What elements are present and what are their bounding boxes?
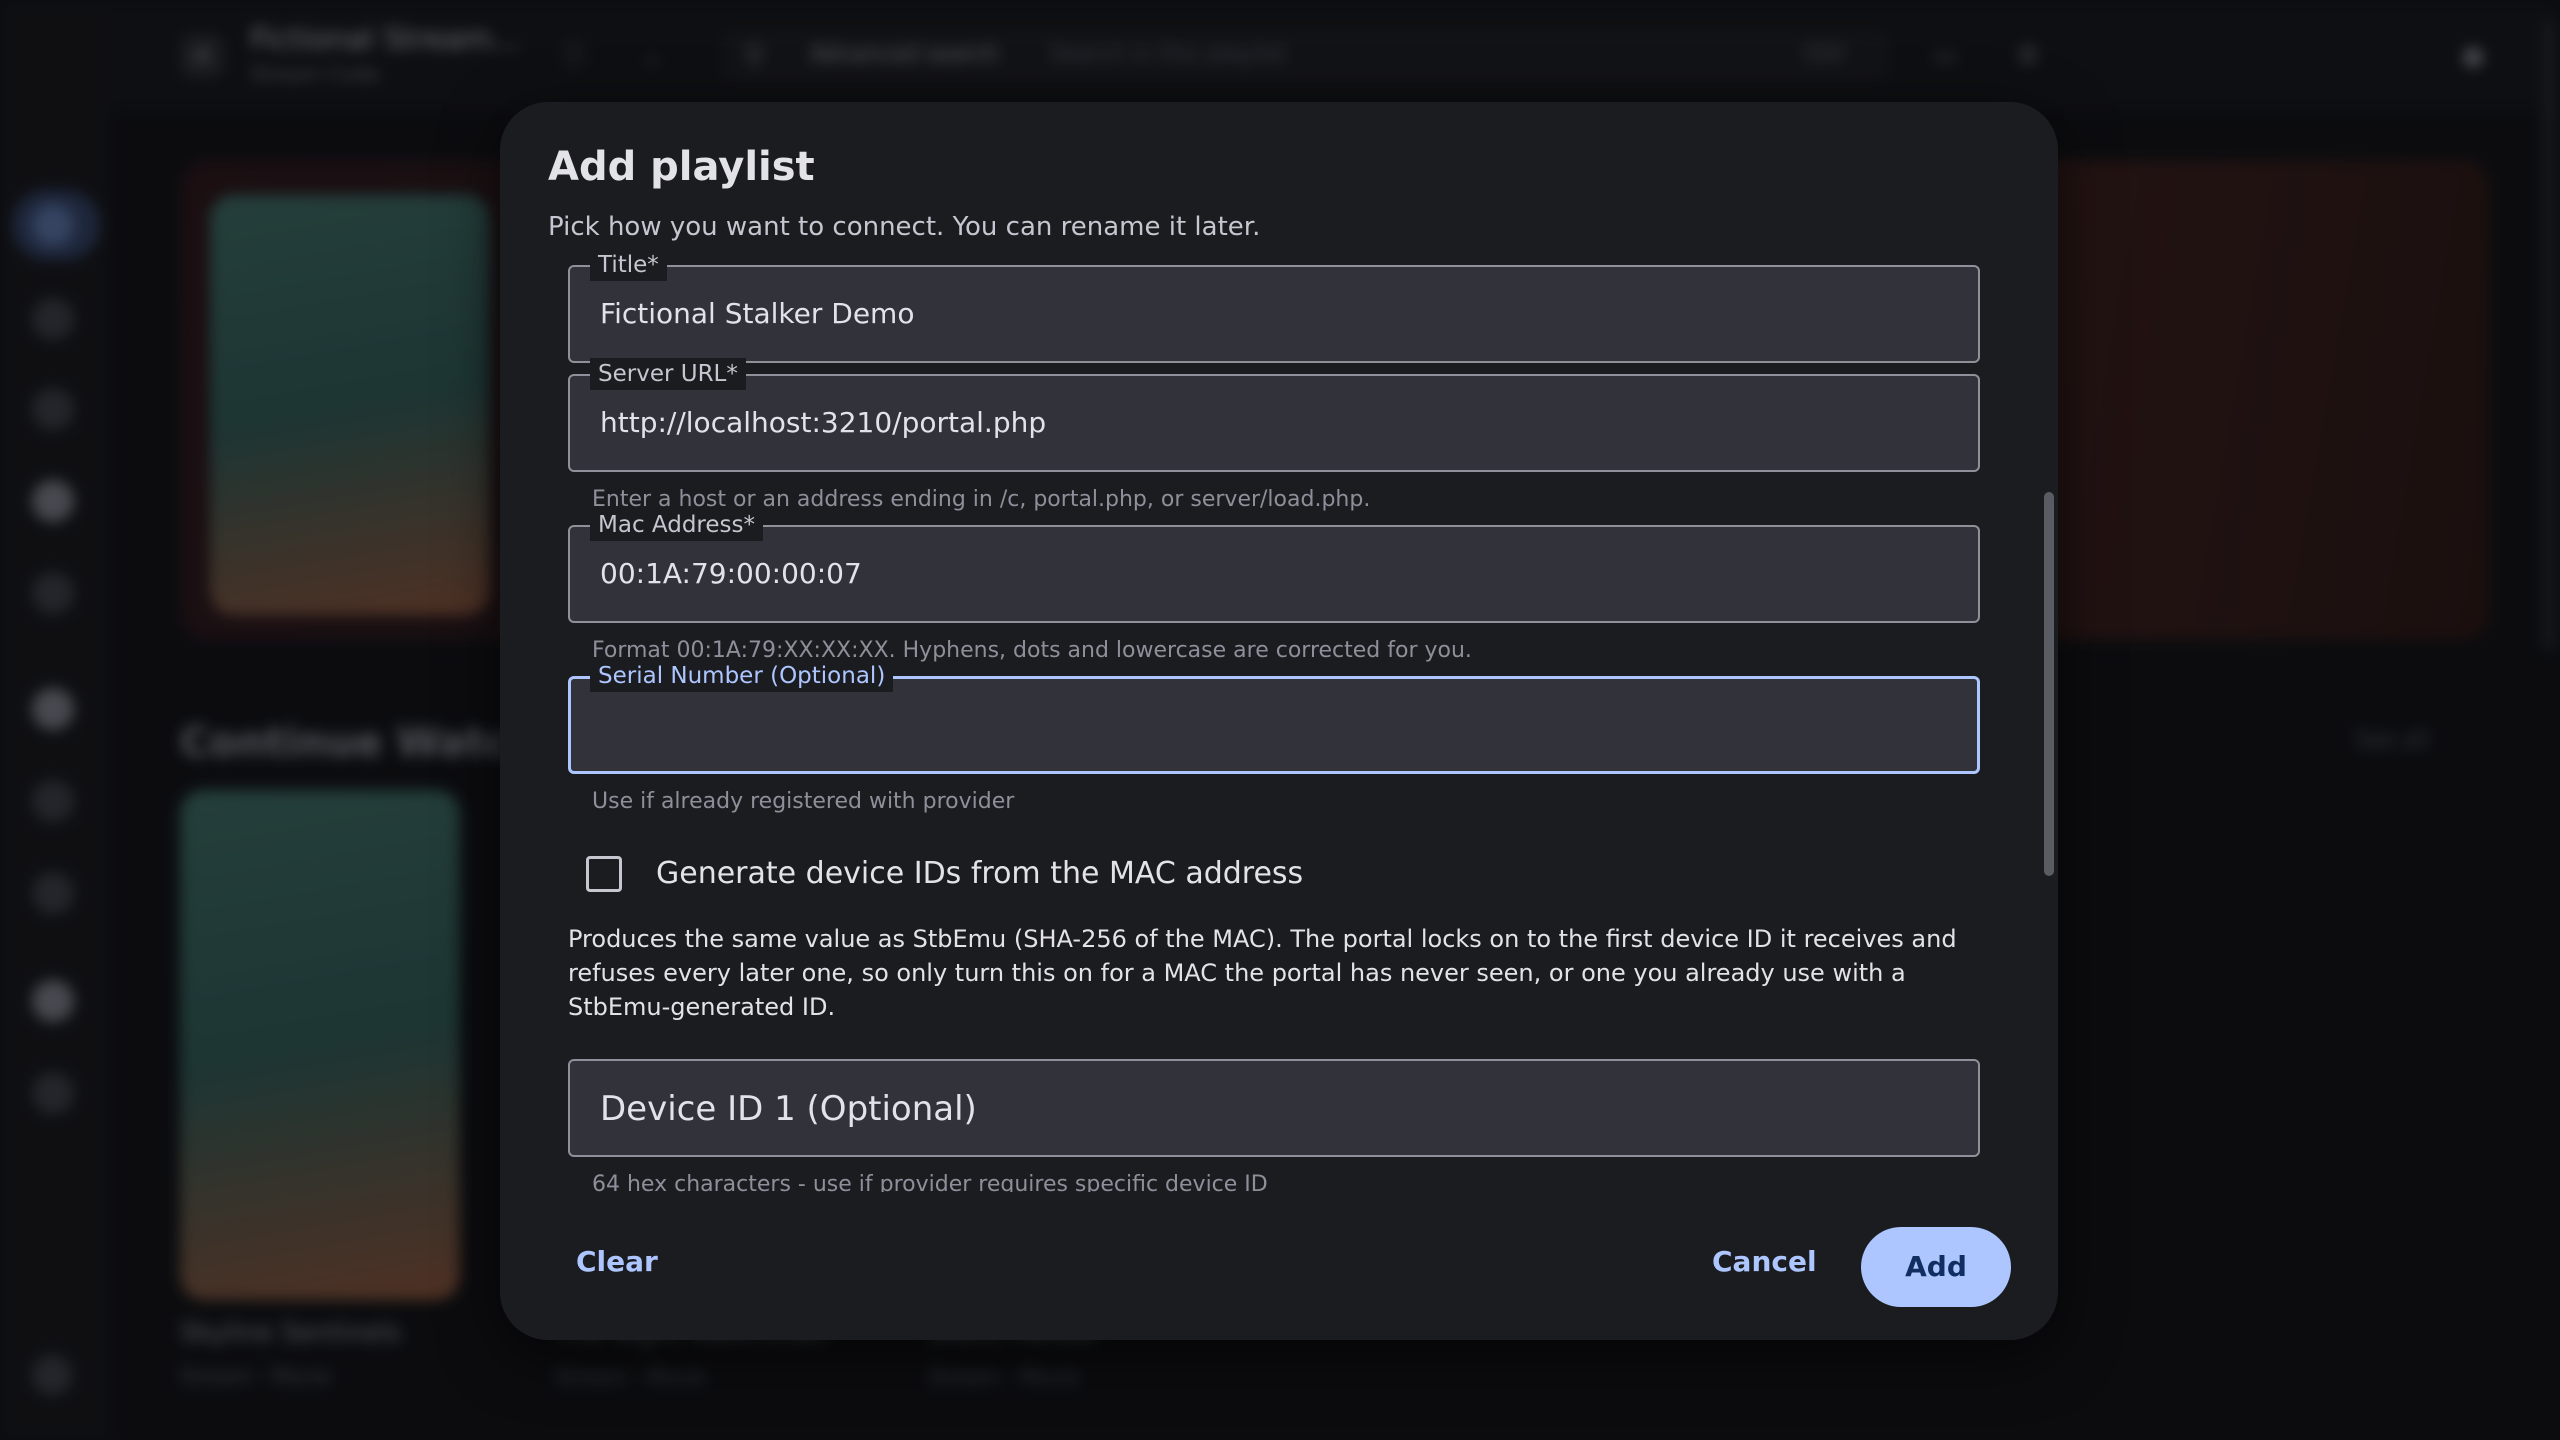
clear-button[interactable]: Clear bbox=[576, 1227, 658, 1297]
device-id-1-field[interactable]: Device ID 1 (Optional) bbox=[568, 1059, 1980, 1157]
generate-device-ids-checkbox[interactable] bbox=[586, 856, 622, 892]
add-button[interactable]: Add bbox=[1861, 1227, 2011, 1307]
title-field-label: Title* bbox=[590, 249, 667, 281]
mac-address-field[interactable]: Mac Address* 00:1A:79:00:00:07 bbox=[568, 509, 1980, 623]
dialog-scrollbar[interactable] bbox=[2044, 492, 2054, 876]
title-field[interactable]: Title* Fictional Stalker Demo bbox=[568, 249, 1980, 363]
mac-address-field-value[interactable]: 00:1A:79:00:00:07 bbox=[600, 557, 862, 590]
dialog-title: Add playlist bbox=[548, 144, 815, 190]
dialog-subtitle: Pick how you want to connect. You can re… bbox=[548, 212, 1261, 242]
device-id-1-placeholder[interactable]: Device ID 1 (Optional) bbox=[600, 1089, 977, 1129]
mac-address-field-label: Mac Address* bbox=[590, 509, 763, 541]
server-url-field-value[interactable]: http://localhost:3210/portal.php bbox=[600, 406, 1046, 439]
title-field-value[interactable]: Fictional Stalker Demo bbox=[600, 297, 914, 330]
serial-number-helper: Use if already registered with provider bbox=[592, 789, 1015, 814]
add-playlist-dialog: Add playlist Pick how you want to connec… bbox=[500, 102, 2058, 1340]
generate-device-ids-description: Produces the same value as StbEmu (SHA-2… bbox=[568, 925, 1957, 1021]
serial-number-field[interactable]: Serial Number (Optional) bbox=[568, 660, 1980, 774]
server-url-field[interactable]: Server URL* http://localhost:3210/portal… bbox=[568, 358, 1980, 472]
server-url-field-label: Server URL* bbox=[590, 358, 746, 390]
generate-device-ids-label[interactable]: Generate device IDs from the MAC address bbox=[656, 856, 1303, 891]
cancel-button[interactable]: Cancel bbox=[1712, 1227, 1817, 1297]
serial-number-field-label: Serial Number (Optional) bbox=[590, 660, 894, 692]
content-clip bbox=[500, 1192, 2058, 1222]
